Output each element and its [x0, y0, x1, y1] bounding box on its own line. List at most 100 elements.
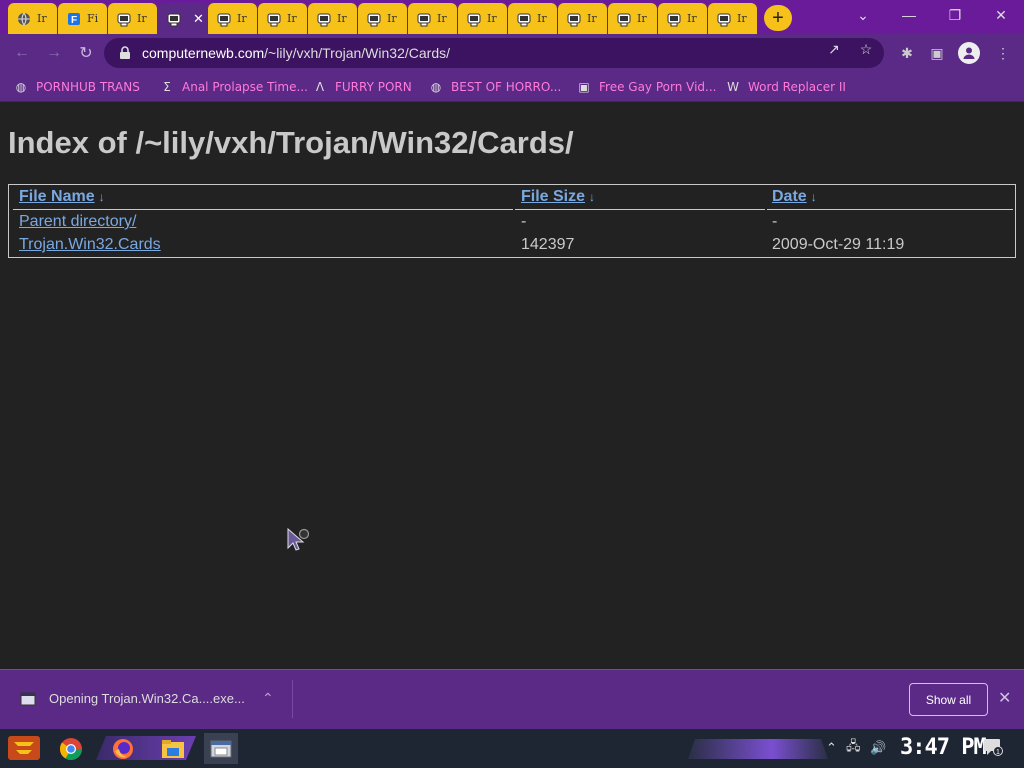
- forward-button[interactable]: →: [40, 40, 68, 66]
- firefox-taskbar-icon[interactable]: [106, 733, 140, 764]
- tab-title: Ir: [437, 12, 447, 25]
- chrome-taskbar-icon[interactable]: [54, 733, 88, 764]
- bookmark-item[interactable]: ▣ Free Gay Porn Vid...: [577, 78, 716, 96]
- tab[interactable]: Ir: [708, 3, 757, 34]
- minimize-button[interactable]: —: [886, 0, 932, 30]
- exe-file-icon[interactable]: [20, 692, 36, 706]
- sort-arrow-icon[interactable]: ↓: [589, 190, 595, 204]
- tab-title: Ir: [387, 12, 397, 25]
- mascot-icon: [716, 11, 732, 27]
- download-options-chevron-icon[interactable]: ⌃: [262, 690, 274, 707]
- tab[interactable]: Ir: [608, 3, 657, 34]
- mascot-icon: [466, 11, 482, 27]
- bookmark-label: Word Replacer II: [748, 80, 846, 94]
- windows-taskbar: ⌃ 🖧 🔊 3:47 PM 1: [0, 729, 1024, 768]
- sort-by-date-link[interactable]: Date: [772, 188, 807, 205]
- file-link[interactable]: Trojan.Win32.Cards: [19, 236, 161, 253]
- tab-title: Ir: [587, 12, 597, 25]
- tab[interactable]: Ir: [358, 3, 407, 34]
- tab[interactable]: Ir: [408, 3, 457, 34]
- tab-active[interactable]: ✕: [158, 3, 207, 34]
- mascot-icon: [516, 11, 532, 27]
- bookmark-item[interactable]: Λ FURRY PORN: [313, 78, 412, 96]
- f-logo-icon: F: [66, 11, 82, 27]
- sort-arrow-icon[interactable]: ↓: [99, 190, 105, 204]
- tab-search-chevron-icon[interactable]: ⌄: [840, 0, 886, 30]
- tab[interactable]: Ir: [8, 3, 57, 34]
- sigma-icon: Σ: [163, 80, 171, 94]
- extensions-icon[interactable]: ✱: [896, 42, 918, 64]
- profile-avatar[interactable]: [958, 42, 980, 64]
- column-header-date[interactable]: Date ↓: [772, 188, 817, 206]
- bookmark-item[interactable]: ◍ BEST OF HORRO...: [429, 78, 562, 96]
- tab[interactable]: Ir: [558, 3, 607, 34]
- new-tab-button[interactable]: +: [764, 5, 792, 31]
- tab-title: Fi: [87, 12, 99, 25]
- bookmark-item[interactable]: W Word Replacer II: [726, 78, 846, 96]
- file-explorer-taskbar-icon[interactable]: [156, 733, 190, 764]
- table-row-date: -: [772, 213, 778, 230]
- tab[interactable]: Ir: [458, 3, 507, 34]
- sort-by-size-link[interactable]: File Size: [521, 188, 585, 205]
- page-title: Index of /~lily/vxh/Trojan/Win32/Cards/: [8, 125, 574, 160]
- table-row-name[interactable]: Parent directory/: [19, 213, 136, 231]
- taskbar-clock[interactable]: 3:47 PM: [900, 735, 987, 760]
- mascot-icon: [166, 11, 182, 27]
- tab-strip: Ir F Fi Ir ✕ Ir Ir Ir Ir Ir Ir Ir Ir Ir Ir Ir + ⌄ — ❐ ✕: [0, 0, 1024, 34]
- taskbar-decoration: [688, 739, 828, 759]
- start-button[interactable]: [6, 732, 42, 764]
- column-header-file-name[interactable]: File Name ↓: [19, 188, 105, 206]
- tab[interactable]: Ir: [258, 3, 307, 34]
- header-divider: [515, 209, 765, 210]
- bookmark-label: Anal Prolapse Time...: [182, 80, 308, 94]
- close-tab-icon[interactable]: ✕: [193, 11, 204, 27]
- mascot-icon: [316, 11, 332, 27]
- parent-directory-link[interactable]: Parent directory/: [19, 213, 136, 230]
- bookmark-star-icon[interactable]: ☆: [854, 40, 878, 58]
- download-bar: Opening Trojan.Win32.Ca....exe... ⌃ Show…: [0, 669, 1024, 729]
- header-divider: [13, 209, 513, 210]
- bookmark-label: BEST OF HORRO...: [451, 80, 562, 94]
- show-all-downloads-button[interactable]: Show all: [909, 683, 988, 716]
- sort-arrow-icon[interactable]: ↓: [811, 190, 817, 204]
- bookmarks-bar: ◍ PORNHUB TRANS Σ Anal Prolapse Time... Λ FUR…: [0, 72, 1024, 102]
- tab[interactable]: Ir: [308, 3, 357, 34]
- active-window-taskbar-icon[interactable]: [204, 733, 238, 764]
- menu-kebab-icon[interactable]: ⋮: [992, 42, 1014, 64]
- show-hidden-icons-chevron[interactable]: ⌃: [826, 739, 837, 757]
- restore-button[interactable]: ❐: [932, 0, 978, 30]
- sort-by-name-link[interactable]: File Name: [19, 188, 95, 205]
- back-button[interactable]: ←: [8, 40, 36, 66]
- bookmark-label: Free Gay Porn Vid...: [599, 80, 717, 94]
- tab-title: Ir: [737, 12, 747, 25]
- side-panel-icon[interactable]: ▣: [926, 42, 948, 64]
- svg-text:F: F: [71, 15, 77, 26]
- table-row-size: 142397: [521, 236, 575, 253]
- table-row-name[interactable]: Trojan.Win32.Cards: [19, 236, 161, 254]
- reload-button[interactable]: ↻: [72, 40, 100, 66]
- column-header-file-size[interactable]: File Size ↓: [521, 188, 595, 206]
- tab-title: Ir: [487, 12, 497, 25]
- tab-title: Ir: [537, 12, 547, 25]
- tab[interactable]: Ir: [508, 3, 557, 34]
- page-content: Index of /~lily/vxh/Trojan/Win32/Cards/ …: [0, 103, 1024, 669]
- busy-cursor-icon: [287, 528, 310, 551]
- address-bar[interactable]: computernewb.com/~lily/vxh/Trojan/Win32/…: [104, 38, 884, 68]
- tab[interactable]: F Fi: [58, 3, 107, 34]
- tab[interactable]: Ir: [658, 3, 707, 34]
- close-window-button[interactable]: ✕: [978, 0, 1024, 30]
- person-icon: [963, 47, 975, 59]
- close-download-bar-icon[interactable]: ✕: [998, 688, 1011, 708]
- bookmark-label: PORNHUB TRANS: [36, 80, 140, 94]
- network-icon[interactable]: 🖧: [846, 738, 861, 757]
- notification-icon[interactable]: 1: [982, 738, 1004, 756]
- download-item-name[interactable]: Opening Trojan.Win32.Ca....exe...: [49, 691, 245, 706]
- share-icon[interactable]: ↗: [822, 40, 846, 58]
- tab-title: Ir: [337, 12, 347, 25]
- bookmark-item[interactable]: Σ Anal Prolapse Time...: [160, 78, 308, 96]
- svg-text:1: 1: [996, 749, 1000, 756]
- tab[interactable]: Ir: [208, 3, 257, 34]
- tab[interactable]: Ir: [108, 3, 157, 34]
- bookmark-item[interactable]: ◍ PORNHUB TRANS: [14, 78, 140, 96]
- volume-icon[interactable]: 🔊: [870, 739, 886, 757]
